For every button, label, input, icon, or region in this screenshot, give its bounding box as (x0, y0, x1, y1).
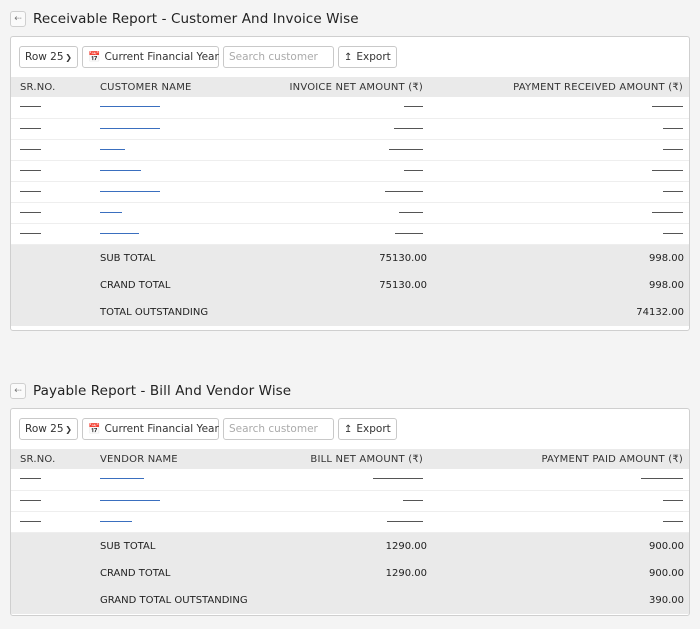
receivable-report-title: Receivable Report - Customer And Invoice… (33, 11, 359, 27)
customer-link[interactable] (100, 148, 125, 150)
export-label: Export (356, 423, 391, 435)
column-header-bill-net-amount[interactable]: BILL NET AMOUNT (₹) (251, 449, 429, 469)
financial-year-filter[interactable]: 📅 Current Financial Year (82, 418, 219, 440)
grand-total-label: CRAND TOTAL (100, 279, 171, 291)
column-header-payment-paid[interactable]: PAYMENT PAID AMOUNT (₹) (429, 449, 689, 469)
table-row (11, 160, 689, 182)
chevron-down-icon: ❯ (65, 424, 72, 434)
search-customer-input[interactable]: Search customer (223, 46, 334, 68)
customer-link[interactable] (100, 106, 160, 108)
payable-toolbar: Row 25 ❯ 📅 Current Financial Year Search… (11, 409, 689, 449)
table-row (11, 223, 689, 245)
total-outstanding-row: TOTAL OUTSTANDING 74132.00 (11, 299, 689, 326)
customer-link[interactable] (100, 232, 139, 234)
grand-total-row: CRAND TOTAL 1290.00 900.00 (11, 560, 689, 587)
receivable-report-section: ⇠ Receivable Report - Customer And Invoi… (10, 7, 690, 331)
table-row (11, 139, 689, 161)
receivable-table: SR.NO. CUSTOMER NAME INVOICE NET AMOUNT … (11, 77, 689, 245)
sub-total-label: SUB TOTAL (100, 540, 156, 552)
table-row (11, 97, 689, 119)
table-row (11, 118, 689, 140)
receivable-report-card: Row 25 ❯ 📅 Current Financial Year Search… (10, 36, 690, 331)
financial-year-filter[interactable]: 📅 Current Financial Year (82, 46, 219, 68)
sub-total-invoice-amount: 75130.00 (379, 252, 427, 264)
financial-year-label: Current Financial Year (104, 423, 219, 435)
total-outstanding-label: TOTAL OUTSTANDING (100, 306, 209, 318)
payable-report-card: Row 25 ❯ 📅 Current Financial Year Search… (10, 408, 690, 616)
grand-total-invoice-amount: 75130.00 (379, 279, 427, 291)
column-header-payment-received[interactable]: PAYMENT RECEIVED AMOUNT (₹) (429, 77, 689, 97)
grand-total-received-amount: 998.00 (649, 279, 684, 291)
sub-total-label: SUB TOTAL (100, 252, 156, 264)
table-header-row: SR.NO. CUSTOMER NAME INVOICE NET AMOUNT … (11, 77, 689, 97)
export-button[interactable]: ↥ Export (338, 46, 397, 68)
table-row (11, 490, 689, 512)
table-row (11, 202, 689, 224)
back-arrow-icon[interactable]: ⇠ (10, 383, 26, 399)
column-header-customer-name[interactable]: CUSTOMER NAME (91, 77, 251, 97)
table-row (11, 181, 689, 203)
customer-link[interactable] (100, 127, 160, 129)
grand-total-outstanding-label: GRAND TOTAL OUTSTANDING (100, 594, 248, 606)
rows-per-page-select[interactable]: Row 25 ❯ (19, 418, 78, 440)
customer-link[interactable] (100, 211, 122, 213)
table-row (11, 469, 689, 491)
customer-link[interactable] (100, 190, 160, 192)
payable-table: SR.NO. VENDOR NAME BILL NET AMOUNT (₹) P… (11, 449, 689, 533)
rows-per-page-value: Row 25 (25, 51, 64, 63)
column-header-vendor-name[interactable]: VENDOR NAME (91, 449, 251, 469)
back-arrow-icon[interactable]: ⇠ (10, 11, 26, 27)
calendar-icon: 📅 (88, 51, 101, 63)
grand-total-paid-amount: 900.00 (649, 567, 684, 579)
upload-icon: ↥ (344, 51, 353, 63)
receivable-toolbar: Row 25 ❯ 📅 Current Financial Year Search… (11, 37, 689, 77)
payable-report-section: ⇠ Payable Report - Bill And Vendor Wise … (10, 379, 690, 616)
column-header-sr-no[interactable]: SR.NO. (11, 77, 91, 97)
grand-total-outstanding-row: GRAND TOTAL OUTSTANDING 390.00 (11, 587, 689, 614)
vendor-link[interactable] (100, 499, 160, 501)
sub-total-row: SUB TOTAL 1290.00 900.00 (11, 533, 689, 560)
payable-totals: SUB TOTAL 1290.00 900.00 CRAND TOTAL 129… (11, 532, 689, 614)
rows-per-page-select[interactable]: Row 25 ❯ (19, 46, 78, 68)
vendor-link[interactable] (100, 520, 132, 522)
export-button[interactable]: ↥ Export (338, 418, 397, 440)
payable-report-title: Payable Report - Bill And Vendor Wise (33, 383, 292, 399)
grand-total-outstanding-amount: 390.00 (649, 594, 684, 606)
table-row (11, 511, 689, 533)
export-label: Export (356, 51, 391, 63)
grand-total-label: CRAND TOTAL (100, 567, 171, 579)
rows-per-page-value: Row 25 (25, 423, 64, 435)
column-header-invoice-net-amount[interactable]: INVOICE NET AMOUNT (₹) (251, 77, 429, 97)
search-customer-input[interactable]: Search customer (223, 418, 334, 440)
total-outstanding-amount: 74132.00 (636, 306, 684, 318)
chevron-down-icon: ❯ (65, 52, 72, 62)
sub-total-received-amount: 998.00 (649, 252, 684, 264)
sub-total-bill-amount: 1290.00 (385, 540, 427, 552)
upload-icon: ↥ (344, 423, 353, 435)
sub-total-paid-amount: 900.00 (649, 540, 684, 552)
sub-total-row: SUB TOTAL 75130.00 998.00 (11, 245, 689, 272)
financial-year-label: Current Financial Year (104, 51, 219, 63)
calendar-icon: 📅 (88, 423, 101, 435)
grand-total-bill-amount: 1290.00 (385, 567, 427, 579)
receivable-totals: SUB TOTAL 75130.00 998.00 CRAND TOTAL 75… (11, 244, 689, 326)
table-header-row: SR.NO. VENDOR NAME BILL NET AMOUNT (₹) P… (11, 449, 689, 469)
grand-total-row: CRAND TOTAL 75130.00 998.00 (11, 272, 689, 299)
vendor-link[interactable] (100, 478, 144, 480)
customer-link[interactable] (100, 169, 141, 171)
column-header-sr-no[interactable]: SR.NO. (11, 449, 91, 469)
